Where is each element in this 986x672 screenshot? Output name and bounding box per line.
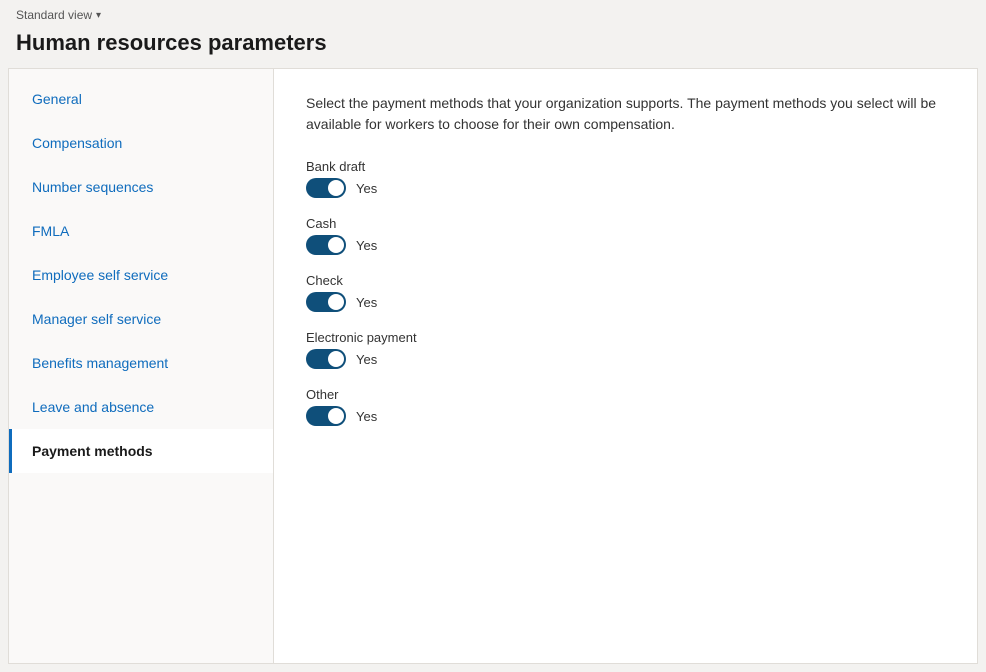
toggle-track-other <box>306 406 346 426</box>
toggle-thumb-cash <box>328 237 344 253</box>
payment-method-cash: Cash Yes <box>306 216 945 255</box>
toggle-value-cash: Yes <box>356 238 377 253</box>
toggle-row-check: Yes <box>306 292 945 312</box>
sidebar-item-number-sequences[interactable]: Number sequences <box>9 165 273 209</box>
toggle-cash[interactable] <box>306 235 346 255</box>
standard-view-label: Standard view <box>16 8 92 22</box>
sidebar-item-compensation[interactable]: Compensation <box>9 121 273 165</box>
payment-method-label-cash: Cash <box>306 216 945 231</box>
payment-method-check: Check Yes <box>306 273 945 312</box>
chevron-down-icon: ▾ <box>96 10 101 21</box>
toggle-row-other: Yes <box>306 406 945 426</box>
payment-method-other: Other Yes <box>306 387 945 426</box>
payment-method-bank-draft: Bank draft Yes <box>306 159 945 198</box>
toggle-thumb-bank-draft <box>328 180 344 196</box>
toggle-check[interactable] <box>306 292 346 312</box>
payment-method-label-check: Check <box>306 273 945 288</box>
payment-method-electronic-payment: Electronic payment Yes <box>306 330 945 369</box>
payment-methods-list: Bank draftYesCashYesCheckYesElectronic p… <box>306 159 945 426</box>
toggle-value-check: Yes <box>356 295 377 310</box>
toggle-value-bank-draft: Yes <box>356 181 377 196</box>
standard-view-dropdown[interactable]: Standard view ▾ <box>16 8 970 22</box>
toggle-row-electronic-payment: Yes <box>306 349 945 369</box>
page-wrapper: Standard view ▾ Human resources paramete… <box>0 0 986 672</box>
toggle-thumb-electronic-payment <box>328 351 344 367</box>
sidebar-item-payment-methods[interactable]: Payment methods <box>9 429 273 473</box>
sidebar-item-general[interactable]: General <box>9 77 273 121</box>
top-bar: Standard view ▾ <box>0 0 986 26</box>
sidebar-item-manager-self-service[interactable]: Manager self service <box>9 297 273 341</box>
payment-method-label-other: Other <box>306 387 945 402</box>
toggle-track-cash <box>306 235 346 255</box>
toggle-other[interactable] <box>306 406 346 426</box>
main-content: Select the payment methods that your org… <box>274 69 977 663</box>
page-title: Human resources parameters <box>0 26 986 68</box>
payment-method-label-electronic-payment: Electronic payment <box>306 330 945 345</box>
toggle-thumb-other <box>328 408 344 424</box>
toggle-track-electronic-payment <box>306 349 346 369</box>
payment-method-label-bank-draft: Bank draft <box>306 159 945 174</box>
sidebar-item-benefits-management[interactable]: Benefits management <box>9 341 273 385</box>
content-area: GeneralCompensationNumber sequencesFMLAE… <box>8 68 978 664</box>
toggle-value-other: Yes <box>356 409 377 424</box>
toggle-track-bank-draft <box>306 178 346 198</box>
description-text: Select the payment methods that your org… <box>306 93 945 135</box>
toggle-track-check <box>306 292 346 312</box>
sidebar-item-fmla[interactable]: FMLA <box>9 209 273 253</box>
toggle-row-bank-draft: Yes <box>306 178 945 198</box>
sidebar: GeneralCompensationNumber sequencesFMLAE… <box>9 69 274 663</box>
sidebar-item-leave-and-absence[interactable]: Leave and absence <box>9 385 273 429</box>
toggle-bank-draft[interactable] <box>306 178 346 198</box>
toggle-value-electronic-payment: Yes <box>356 352 377 367</box>
toggle-electronic-payment[interactable] <box>306 349 346 369</box>
toggle-thumb-check <box>328 294 344 310</box>
sidebar-item-employee-self-service[interactable]: Employee self service <box>9 253 273 297</box>
toggle-row-cash: Yes <box>306 235 945 255</box>
